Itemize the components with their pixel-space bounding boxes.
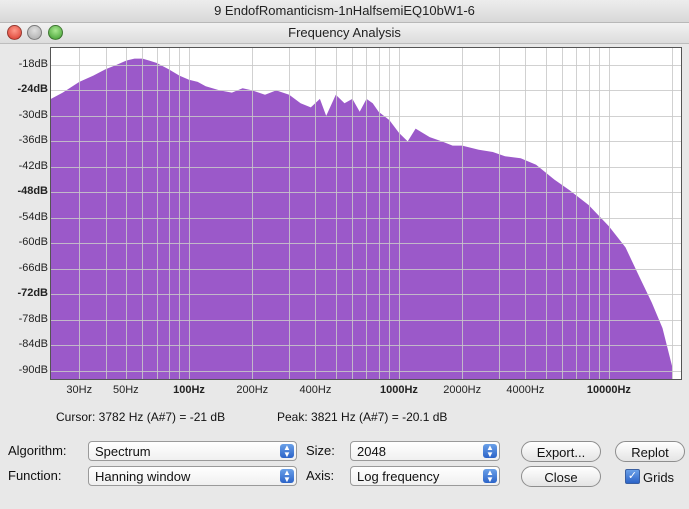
updown-arrows-icon: ▲ ▼ — [483, 444, 497, 459]
zoom-window-icon[interactable] — [48, 25, 63, 40]
grids-checkbox[interactable]: ✓ — [625, 469, 640, 484]
axis-select[interactable]: Log frequency ▲ ▼ — [350, 466, 500, 486]
minimize-window-icon[interactable] — [27, 25, 42, 40]
algorithm-value: Spectrum — [95, 444, 151, 459]
function-label: Function: — [8, 468, 62, 483]
y-tick-label: -90dB — [18, 363, 48, 376]
x-tick-label: 30Hz — [66, 384, 93, 396]
y-tick-label: -30dB — [18, 108, 48, 121]
updown-arrows-icon: ▲ ▼ — [280, 444, 294, 459]
y-tick-label: -84dB — [18, 338, 48, 351]
y-tick-label: -48dB — [17, 185, 48, 198]
export-button[interactable]: Export... — [521, 441, 601, 462]
x-tick-label: 1000Hz — [380, 384, 418, 396]
x-tick-label: 4000Hz — [506, 384, 545, 396]
x-tick-label: 10000Hz — [586, 384, 631, 396]
updown-arrows-icon: ▲ ▼ — [483, 469, 497, 484]
close-window-icon[interactable] — [7, 25, 22, 40]
axis-value: Log frequency — [357, 469, 440, 484]
replot-button[interactable]: Replot — [615, 441, 685, 462]
updown-arrows-icon: ▲ ▼ — [280, 469, 294, 484]
axis-label: Axis: — [306, 468, 335, 483]
x-tick-label: 50Hz — [113, 384, 139, 396]
window-title: 9 EndofRomanticism-1nHalfsemiEQ10bW1-6 — [0, 0, 689, 23]
close-button[interactable]: Close — [521, 466, 601, 487]
dialog-title: Frequency Analysis — [0, 23, 689, 44]
grids-label: Grids — [643, 470, 675, 485]
algorithm-select[interactable]: Spectrum ▲ ▼ — [88, 441, 297, 461]
y-tick-label: -42dB — [18, 159, 48, 172]
y-tick-label: -54dB — [18, 210, 48, 223]
y-tick-label: -18dB — [18, 57, 48, 70]
algorithm-label: Algorithm: — [8, 443, 67, 458]
cursor-readout: Cursor: 3782 Hz (A#7) = -21 dB — [56, 410, 226, 424]
x-tick-label: 200Hz — [236, 384, 269, 396]
spectrum-plot[interactable] — [50, 47, 682, 380]
size-value: 2048 — [357, 444, 386, 459]
size-select[interactable]: 2048 ▲ ▼ — [350, 441, 500, 461]
y-tick-label: -60dB — [18, 236, 48, 249]
function-select[interactable]: Hanning window ▲ ▼ — [88, 466, 297, 486]
y-tick-label: -36dB — [18, 134, 48, 147]
y-tick-label: -78dB — [18, 312, 48, 325]
function-value: Hanning window — [95, 469, 191, 484]
x-tick-label: 2000Hz — [443, 384, 482, 396]
x-tick-label: 100Hz — [173, 384, 205, 396]
y-tick-label: -24dB — [17, 83, 48, 96]
peak-readout: Peak: 3821 Hz (A#7) = -20.1 dB — [277, 410, 448, 424]
y-tick-label: -66dB — [18, 261, 48, 274]
spectrum-chart — [51, 48, 681, 379]
y-tick-label: -72dB — [17, 287, 48, 300]
size-label: Size: — [306, 443, 335, 458]
x-tick-label: 400Hz — [299, 384, 332, 396]
